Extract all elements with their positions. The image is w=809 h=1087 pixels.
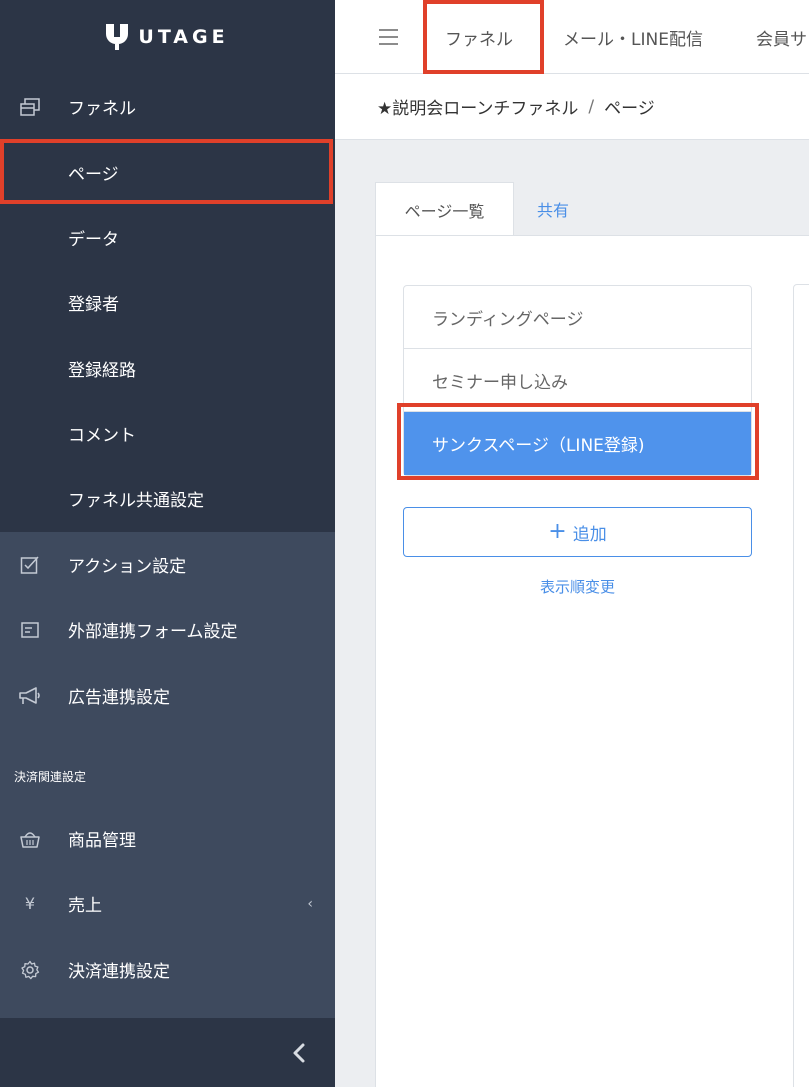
sidebar-item-label: 外部連携フォーム設定 xyxy=(68,622,238,642)
sidebar-item-funnel-settings[interactable]: ファネル共通設定 xyxy=(0,466,335,531)
sidebar-item-label: ファネル共通設定 xyxy=(68,491,204,511)
sidebar-item-label: 登録経路 xyxy=(68,361,136,381)
sidebar-item-products[interactable]: 商品管理 xyxy=(0,806,335,871)
sidebar-item-registration-routes[interactable]: 登録経路 xyxy=(0,336,335,401)
sidebar: UTAGE ファネル ページ データ 登録者 登録経路 コメント ファネル共通設… xyxy=(0,0,335,1087)
breadcrumb: ★説明会ローンチファネル / ページ xyxy=(335,74,809,140)
sidebar-item-registrants[interactable]: 登録者 xyxy=(0,270,335,335)
sidebar-item-label: データ xyxy=(68,230,119,250)
sidebar-item-pages[interactable]: ページ xyxy=(0,140,335,205)
megaphone-icon xyxy=(18,684,42,708)
gear-icon xyxy=(18,958,42,982)
top-tab-members[interactable]: 会員サ xyxy=(756,0,807,74)
hamburger-menu-icon[interactable] xyxy=(379,29,398,45)
sidebar-item-label: 売上 xyxy=(68,896,102,916)
sidebar-item-label: 決済連携設定 xyxy=(68,962,170,982)
sidebar-item-label: ページ xyxy=(68,165,119,185)
sidebar-item-payment-integration[interactable]: 決済連携設定 xyxy=(0,937,335,1002)
collapse-sidebar-icon[interactable] xyxy=(291,1042,307,1064)
page-list-item-selected[interactable]: サンクスページ（LINE登録) xyxy=(404,412,751,475)
utage-logo-icon xyxy=(106,24,129,50)
plus-icon: + xyxy=(548,519,567,544)
breadcrumb-funnel[interactable]: ★説明会ローンチファネル xyxy=(377,94,578,119)
sidebar-item-comments[interactable]: コメント xyxy=(0,401,335,466)
sidebar-item-label: ファネル xyxy=(68,99,136,119)
breadcrumb-current-page: ページ xyxy=(604,99,655,119)
tab-share[interactable]: 共有 xyxy=(537,182,569,236)
brand[interactable]: UTAGE xyxy=(0,0,335,74)
payment-section-title: 決済関連設定 xyxy=(14,770,87,784)
sidebar-item-label: 広告連携設定 xyxy=(68,688,170,708)
top-tab-mail-line[interactable]: メール・LINE配信 xyxy=(563,0,703,74)
page-list-item[interactable]: ランディングページ xyxy=(404,286,751,349)
page-detail-panel xyxy=(793,284,809,1087)
sidebar-item-funnel[interactable]: ファネル xyxy=(0,74,335,139)
top-tab-funnel[interactable]: ファネル xyxy=(445,0,513,74)
sidebar-item-label: コメント xyxy=(68,426,136,446)
chevron-left-icon: ‹ xyxy=(307,895,313,912)
yen-icon: ¥ xyxy=(24,894,36,913)
sidebar-item-sales[interactable]: ¥ 売上 ‹ xyxy=(0,871,335,936)
add-page-label: 追加 xyxy=(572,524,607,545)
page-list-item[interactable]: セミナー申し込み xyxy=(404,349,751,412)
sidebar-item-ad-settings[interactable]: 広告連携設定 xyxy=(0,663,335,728)
sidebar-footer xyxy=(0,1018,335,1087)
sidebar-item-label: アクション設定 xyxy=(68,557,187,577)
brand-name: UTAGE xyxy=(138,26,229,48)
reorder-link[interactable]: 表示順変更 xyxy=(403,576,752,597)
page-list: ランディングページ セミナー申し込み サンクスページ（LINE登録) xyxy=(403,285,752,476)
sidebar-item-data[interactable]: データ xyxy=(0,205,335,270)
basket-icon xyxy=(18,827,42,851)
tab-page-list[interactable]: ページ一覧 xyxy=(375,182,514,236)
copy-icon xyxy=(18,95,42,119)
add-page-button[interactable]: + 追加 xyxy=(403,507,752,557)
form-icon xyxy=(18,618,42,642)
breadcrumb-separator: / xyxy=(588,96,595,117)
top-navbar: ファネル メール・LINE配信 会員サ xyxy=(335,0,809,74)
checkbox-edit-icon xyxy=(18,553,42,577)
sidebar-item-action-settings[interactable]: アクション設定 xyxy=(0,532,335,597)
sidebar-item-external-form[interactable]: 外部連携フォーム設定 xyxy=(0,597,335,662)
sidebar-item-label: 登録者 xyxy=(68,295,119,315)
sidebar-item-label: 商品管理 xyxy=(68,831,136,851)
